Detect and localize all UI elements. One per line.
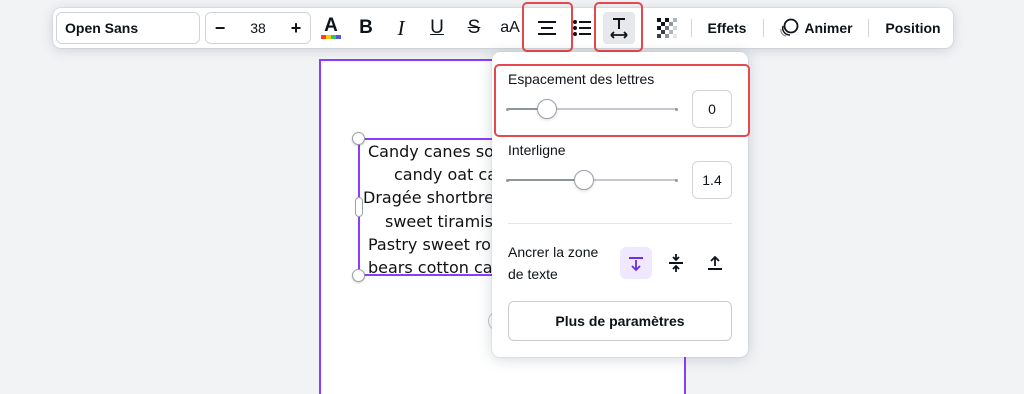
text-toolbar: Open Sans − 38 + A B I U S aA Effets Ani…	[53, 8, 953, 48]
animate-button[interactable]: Animer	[775, 12, 857, 44]
anchor-middle-button[interactable]	[660, 247, 692, 279]
anchor-label-line2: de texte	[508, 266, 558, 282]
line-height-label: Interligne	[508, 142, 566, 158]
highlight-spacing	[594, 2, 643, 52]
toolbar-divider	[763, 19, 764, 37]
anchor-label-line1: Ancrer la zone	[508, 244, 599, 260]
font-size-control: − 38 +	[205, 12, 311, 44]
transparency-button[interactable]	[653, 12, 681, 44]
svg-text:A: A	[324, 15, 338, 36]
font-size-input[interactable]: 38	[234, 13, 282, 43]
resize-handle-top-left[interactable]	[352, 132, 365, 145]
effects-button[interactable]: Effets	[703, 12, 751, 44]
transparency-icon	[657, 18, 677, 38]
bold-button[interactable]: B	[352, 12, 380, 44]
anchor-top-icon	[629, 257, 643, 272]
line-height-input[interactable]: 1.4	[692, 161, 732, 199]
slider-fill	[508, 179, 584, 181]
text-color-button[interactable]: A	[317, 12, 345, 44]
italic-button[interactable]: I	[387, 12, 415, 44]
position-button[interactable]: Position	[882, 12, 944, 44]
toolbar-divider	[868, 19, 869, 37]
popover-divider	[508, 223, 732, 224]
text-color-icon: A	[321, 15, 341, 39]
slider-max-dot	[675, 179, 678, 182]
toolbar-divider	[691, 19, 692, 37]
font-family-select[interactable]: Open Sans	[56, 12, 200, 44]
resize-handle-bottom-left[interactable]	[352, 269, 365, 282]
slider-thumb[interactable]	[574, 170, 594, 190]
line-height-slider[interactable]	[506, 170, 678, 190]
anchor-middle-icon	[669, 254, 683, 272]
underline-button[interactable]: U	[423, 12, 451, 44]
strikethrough-button[interactable]: S	[460, 12, 488, 44]
animate-icon	[780, 18, 799, 37]
highlight-letter-spacing	[494, 64, 750, 137]
more-settings-button[interactable]: Plus de paramètres	[508, 301, 732, 341]
animate-label: Animer	[804, 20, 853, 36]
anchor-top-button[interactable]	[620, 247, 652, 279]
font-size-decrease-button[interactable]: −	[206, 13, 234, 43]
bullet-list-icon	[573, 20, 591, 36]
anchor-bottom-icon	[708, 255, 722, 270]
font-size-increase-button[interactable]: +	[282, 13, 310, 43]
anchor-bottom-button[interactable]	[699, 247, 731, 279]
highlight-alignment	[522, 2, 573, 52]
resize-handle-left[interactable]	[355, 197, 363, 217]
slider-min-dot	[506, 179, 509, 182]
letter-case-button[interactable]: aA	[496, 12, 524, 44]
